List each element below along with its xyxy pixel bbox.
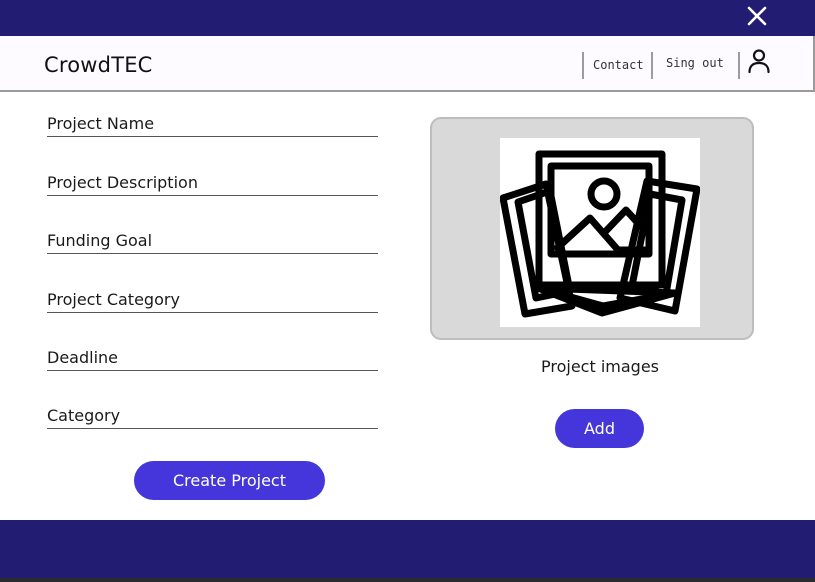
nav-divider: [651, 52, 653, 79]
funding-goal-field[interactable]: Funding Goal: [47, 227, 378, 254]
footer-edge: [0, 578, 815, 582]
close-icon: [747, 6, 767, 26]
image-gallery-icon: [499, 150, 701, 318]
add-image-button[interactable]: Add: [555, 409, 644, 448]
close-button[interactable]: [745, 4, 769, 28]
project-category-field[interactable]: Project Category: [47, 286, 378, 313]
field-label: Deadline: [47, 348, 118, 367]
top-bar: [0, 0, 815, 36]
field-label: Project Name: [47, 114, 155, 133]
contact-link[interactable]: Contact: [593, 58, 644, 72]
profile-button[interactable]: [747, 48, 771, 74]
field-label: Category: [47, 406, 121, 425]
project-name-field[interactable]: Project Name: [47, 110, 378, 137]
image-placeholder: [499, 138, 701, 327]
nav-divider: [582, 52, 584, 79]
deadline-field[interactable]: Deadline: [47, 344, 378, 371]
brand-title: CrowdTEC: [44, 53, 153, 77]
nav-divider: [738, 52, 740, 79]
footer-bar: [0, 520, 815, 578]
image-upload-panel[interactable]: [430, 117, 754, 340]
field-label: Project Category: [47, 290, 180, 309]
project-description-field[interactable]: Project Description: [47, 169, 378, 196]
field-label: Project Description: [47, 173, 198, 192]
app-header: CrowdTEC Contact Sing out: [0, 36, 815, 92]
project-images-label: Project images: [541, 357, 659, 376]
user-icon: [748, 49, 770, 74]
field-label: Funding Goal: [47, 231, 153, 250]
sign-out-link[interactable]: Sing out: [666, 56, 724, 70]
category-field[interactable]: Category: [47, 402, 378, 429]
page: CrowdTEC Contact Sing out Project Name P…: [0, 0, 815, 582]
create-project-button[interactable]: Create Project: [134, 461, 325, 500]
